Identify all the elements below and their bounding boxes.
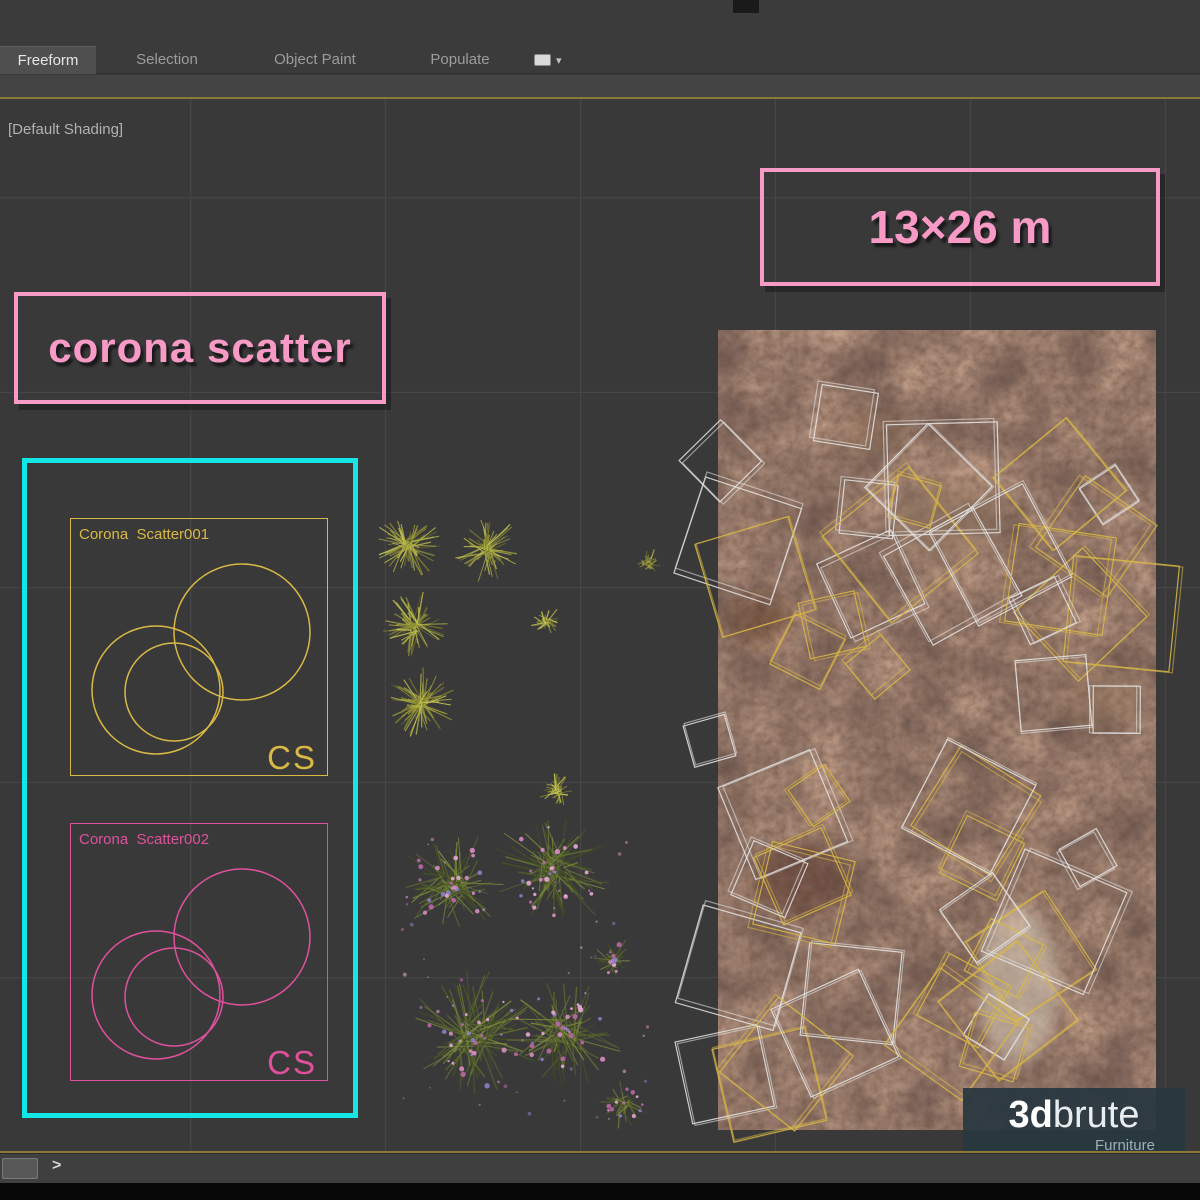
watermark-brand: 3dbrute bbox=[963, 1092, 1185, 1138]
maxscript-mini-listener[interactable] bbox=[2, 1158, 38, 1179]
listener-prompt: > bbox=[52, 1157, 61, 1175]
scatter002-name-label: Corona Scatter002 bbox=[79, 831, 209, 848]
viewport-shading-label[interactable]: [Default Shading] bbox=[8, 121, 123, 138]
ribbon-flyout-button[interactable]: ▾ bbox=[534, 46, 592, 74]
tab-selection[interactable]: Selection bbox=[117, 46, 217, 74]
status-bar: > bbox=[0, 1153, 1200, 1183]
timeline-bar bbox=[0, 1183, 1200, 1200]
window-fragment bbox=[733, 0, 759, 13]
ribbon-bar: Freeform Selection Object Paint Populate… bbox=[0, 0, 1200, 74]
corona-scatter001-node[interactable]: Corona Scatter001 CS bbox=[70, 518, 328, 776]
corona-scatter002-node[interactable]: Corona Scatter002 CS bbox=[70, 823, 328, 1081]
watermark-brand-suffix: brute bbox=[1053, 1094, 1140, 1136]
panel-icon bbox=[534, 54, 551, 66]
chevron-down-icon: ▾ bbox=[556, 54, 562, 67]
dimension-label: 13×26 m bbox=[869, 200, 1052, 254]
scatter001-name-label: Corona Scatter001 bbox=[79, 526, 209, 543]
tab-populate[interactable]: Populate bbox=[412, 46, 508, 74]
ribbon-lower-strip bbox=[0, 75, 1200, 97]
tool-annotation-box: corona scatter bbox=[14, 292, 386, 404]
dimension-annotation-box: 13×26 m bbox=[760, 168, 1160, 286]
watermark-brand-prefix: 3d bbox=[1009, 1094, 1053, 1136]
tool-name-label: corona scatter bbox=[48, 324, 351, 372]
scatter001-cs-badge: CS bbox=[267, 739, 317, 777]
tab-freeform[interactable]: Freeform bbox=[0, 46, 96, 74]
tab-object-paint[interactable]: Object Paint bbox=[253, 46, 377, 74]
scatter002-cs-badge: CS bbox=[267, 1044, 317, 1082]
